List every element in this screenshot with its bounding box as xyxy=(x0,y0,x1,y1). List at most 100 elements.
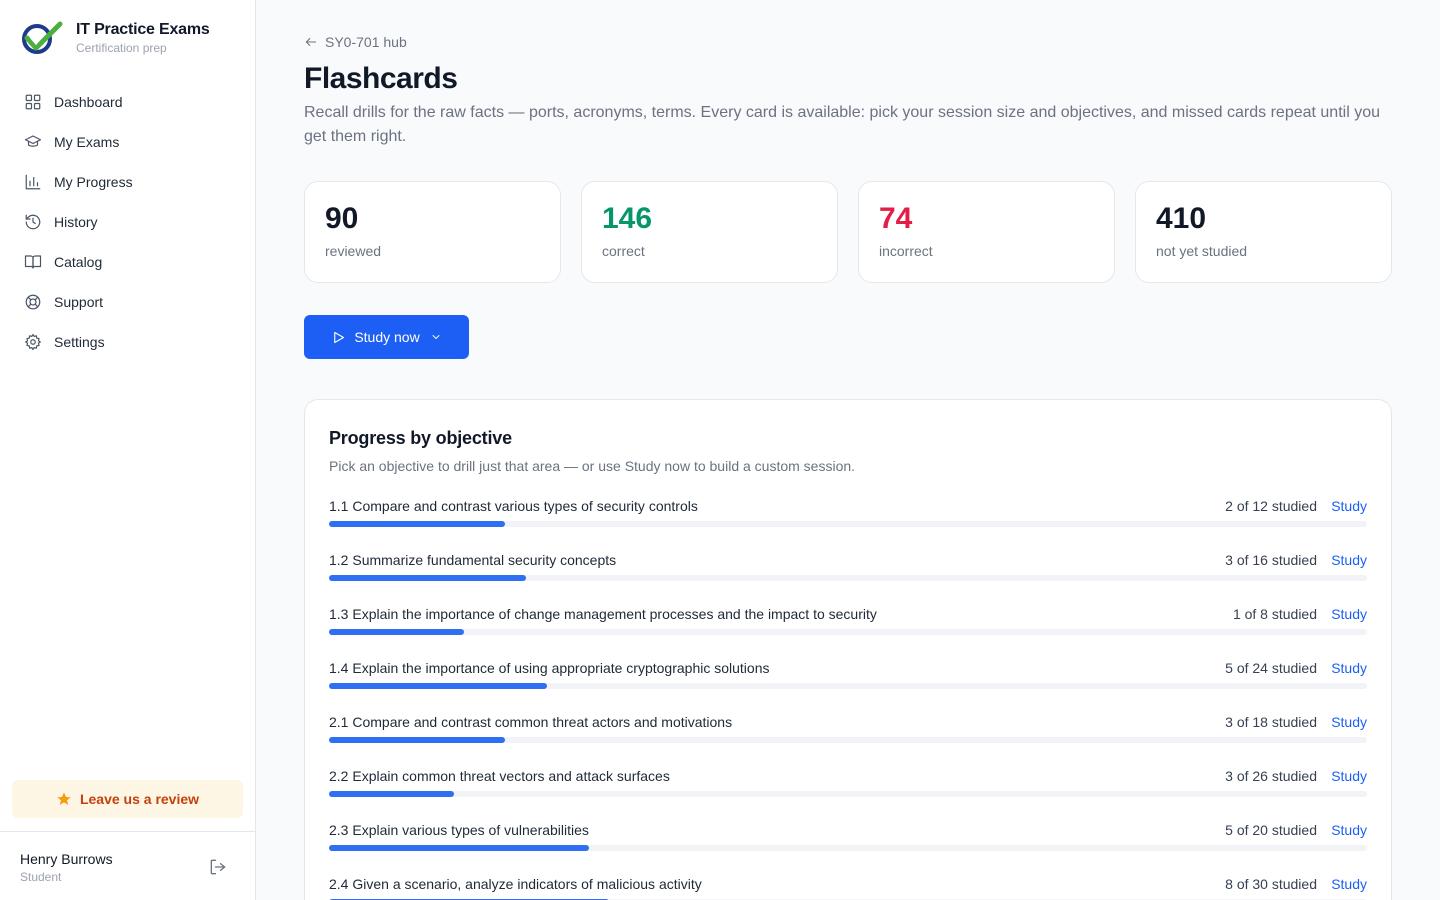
play-icon xyxy=(334,331,345,343)
sidebar-item-support[interactable]: Support xyxy=(12,282,244,322)
objective-progress-fill xyxy=(329,845,589,851)
sidebar-item-settings[interactable]: Settings xyxy=(12,322,244,362)
objectives-subtitle: Pick an objective to drill just that are… xyxy=(329,458,856,474)
stat-label: reviewed xyxy=(325,243,382,259)
objective-label: 2.4 Given a scenario, analyze indicators… xyxy=(329,876,702,892)
page-description: Recall drills for the raw facts — ports,… xyxy=(304,104,1380,145)
objective-label: 1.2 Summarize fundamental security conce… xyxy=(329,552,617,568)
objective-row: 1.4 Explain the importance of using appr… xyxy=(329,659,1367,713)
stat-label: correct xyxy=(602,243,645,259)
objective-label: 1.4 Explain the importance of using appr… xyxy=(329,660,770,676)
back-link-label: SY0-701 hub xyxy=(325,34,407,50)
stat-value: 146 xyxy=(602,202,653,235)
user-name: Henry Burrows xyxy=(20,851,113,867)
objective-study-link[interactable]: Study xyxy=(1331,551,1367,569)
gear-icon xyxy=(25,333,41,351)
stat-card-reviewed: 90 reviewed xyxy=(304,181,561,283)
objective-count: 3 of 18 studied xyxy=(1225,714,1317,730)
objective-row: 1.2 Summarize fundamental security conce… xyxy=(329,551,1367,605)
objective-row: 2.2 Explain common threat vectors and at… xyxy=(329,767,1367,821)
logout-button[interactable] xyxy=(208,857,228,877)
stats-row: 90 reviewed 146 correct 74 incorrect 410… xyxy=(304,181,1392,283)
brand-subtitle: Certification prep xyxy=(76,41,167,55)
objective-progress-fill xyxy=(329,575,527,581)
objective-study-link[interactable]: Study xyxy=(1331,875,1367,893)
sidebar-item-label: My Progress xyxy=(54,174,133,190)
page-title: Flashcards xyxy=(304,62,458,95)
objective-row: 2.3 Explain various types of vulnerabili… xyxy=(329,821,1367,875)
objective-count: 2 of 12 studied xyxy=(1225,498,1317,514)
objective-count: 1 of 8 studied xyxy=(1232,606,1317,622)
objective-row: 1.3 Explain the importance of change man… xyxy=(329,605,1367,659)
user-profile: Henry Burrows Student xyxy=(0,831,255,900)
back-link[interactable]: SY0-701 hub xyxy=(304,34,407,50)
sidebar-item-dashboard[interactable]: Dashboard xyxy=(12,82,244,122)
objective-progress-track xyxy=(329,737,1367,743)
stat-value: 74 xyxy=(879,202,913,235)
sidebar-item-label: History xyxy=(54,214,98,230)
graduation-cap-icon xyxy=(24,135,42,147)
leave-review-label: Leave us a review xyxy=(79,791,200,807)
objective-progress-track xyxy=(329,575,1367,581)
objective-label: 1.3 Explain the importance of change man… xyxy=(329,606,877,622)
objective-count: 5 of 24 studied xyxy=(1225,660,1317,676)
objective-label: 2.2 Explain common threat vectors and at… xyxy=(329,768,670,784)
brand-title: IT Practice Exams xyxy=(76,21,210,38)
objective-progress-fill xyxy=(329,683,547,689)
study-now-button[interactable]: Study now xyxy=(304,315,469,359)
stat-value: 410 xyxy=(1156,202,1207,235)
objective-study-link[interactable]: Study xyxy=(1331,497,1367,515)
objective-row: 1.1 Compare and contrast various types o… xyxy=(329,497,1367,551)
objective-progress-track xyxy=(329,791,1367,797)
sidebar-item-catalog[interactable]: Catalog xyxy=(12,242,244,282)
objectives-list: 1.1 Compare and contrast various types o… xyxy=(329,497,1367,900)
bar-chart-icon xyxy=(25,174,41,190)
sidebar-item-label: Settings xyxy=(54,334,105,350)
book-icon xyxy=(24,255,42,269)
objective-count: 5 of 20 studied xyxy=(1225,822,1317,838)
sidebar-item-my-exams[interactable]: My Exams xyxy=(12,122,244,162)
brand[interactable]: IT Practice Exams Certification prep xyxy=(20,20,210,56)
objective-progress-fill xyxy=(329,629,464,635)
objective-progress-fill xyxy=(329,521,506,527)
leave-review-button[interactable]: Leave us a review xyxy=(12,780,243,818)
sidebar-item-label: Dashboard xyxy=(54,94,123,110)
objective-count: 3 of 16 studied xyxy=(1225,552,1317,568)
arrow-left-icon xyxy=(305,37,317,47)
objective-label: 2.3 Explain various types of vulnerabili… xyxy=(329,822,589,838)
objective-row: 2.4 Given a scenario, analyze indicators… xyxy=(329,875,1367,900)
sidebar-item-label: Support xyxy=(54,294,104,310)
lifebuoy-icon xyxy=(25,294,41,310)
objective-label: 1.1 Compare and contrast various types o… xyxy=(329,498,698,514)
star-icon xyxy=(57,792,71,805)
sidebar: IT Practice Exams Certification prep Das… xyxy=(0,0,256,900)
stat-card-correct: 146 correct xyxy=(581,181,838,283)
stat-card-incorrect: 74 incorrect xyxy=(858,181,1115,283)
sidebar-item-history[interactable]: History xyxy=(12,202,244,242)
objective-row: 2.1 Compare and contrast common threat a… xyxy=(329,713,1367,767)
objective-progress-track xyxy=(329,683,1367,689)
objective-study-link[interactable]: Study xyxy=(1331,605,1367,623)
sidebar-item-label: Catalog xyxy=(54,254,103,270)
objective-progress-track xyxy=(329,845,1367,851)
stat-card-not-studied: 410 not yet studied xyxy=(1135,181,1392,283)
stat-label: incorrect xyxy=(879,243,933,259)
stat-label: not yet studied xyxy=(1156,243,1248,259)
logout-icon xyxy=(210,859,226,875)
objective-study-link[interactable]: Study xyxy=(1331,659,1367,677)
sidebar-item-label: My Exams xyxy=(54,134,120,150)
objective-label: 2.1 Compare and contrast common threat a… xyxy=(329,714,733,730)
sidebar-nav: Dashboard My Exams My Progress History C… xyxy=(12,82,244,362)
objectives-title: Progress by objective xyxy=(329,428,512,448)
objective-progress-fill xyxy=(329,791,454,797)
study-now-label: Study now xyxy=(354,329,420,345)
user-role: Student xyxy=(20,870,62,884)
sidebar-item-my-progress[interactable]: My Progress xyxy=(12,162,244,202)
grid-icon xyxy=(25,94,41,110)
logo-icon xyxy=(22,21,63,54)
stat-value: 90 xyxy=(325,202,359,235)
objective-study-link[interactable]: Study xyxy=(1331,821,1367,839)
objective-study-link[interactable]: Study xyxy=(1331,767,1367,785)
objective-count: 8 of 30 studied xyxy=(1225,876,1317,892)
objective-study-link[interactable]: Study xyxy=(1331,713,1367,731)
